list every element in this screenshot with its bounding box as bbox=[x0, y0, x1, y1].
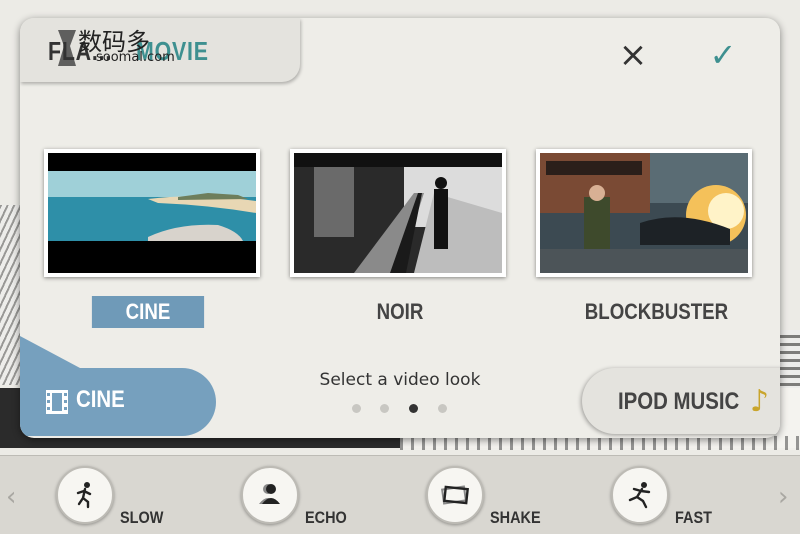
title-tab: FLA... MOVIE 数码多 soomal.com bbox=[20, 18, 300, 82]
runner-slow-icon bbox=[76, 482, 92, 509]
runner-fast-icon bbox=[628, 482, 651, 509]
watermark-url: soomal.com bbox=[96, 50, 175, 65]
look-option-cine[interactable]: CINE bbox=[91, 296, 205, 328]
select-look-prompt: Select a video look bbox=[319, 370, 481, 390]
film-icon bbox=[46, 390, 68, 414]
look-thumbnail-cine[interactable] bbox=[44, 149, 260, 277]
page-dot-2[interactable] bbox=[380, 404, 389, 413]
video-look-dialog: FLA... MOVIE 数码多 soomal.com × ✓ CINE NOI… bbox=[20, 18, 780, 438]
music-note-icon: ♪ bbox=[750, 384, 770, 419]
page-dot-1[interactable] bbox=[352, 404, 361, 413]
current-look-button[interactable]: CINE bbox=[20, 336, 216, 436]
ipod-music-button[interactable]: IPOD MUSIC ♪ bbox=[582, 368, 780, 434]
page-indicator bbox=[352, 404, 452, 416]
look-thumbnail-noir[interactable] bbox=[290, 149, 506, 277]
effect-echo-button[interactable] bbox=[241, 466, 299, 524]
close-button[interactable]: × bbox=[618, 38, 648, 72]
effect-slow-button[interactable] bbox=[56, 466, 114, 524]
effect-fast-button[interactable] bbox=[611, 466, 669, 524]
confirm-button[interactable]: ✓ bbox=[706, 38, 740, 72]
look-thumbnail-blockbuster[interactable] bbox=[536, 149, 752, 277]
echo-person-icon bbox=[259, 484, 280, 504]
effect-shake-label: SHAKE bbox=[490, 508, 541, 527]
current-look-label: CINE bbox=[76, 386, 125, 413]
beach-scene-image bbox=[48, 153, 256, 273]
look-option-blockbuster[interactable]: BLOCKBUSTER bbox=[585, 296, 728, 328]
chevron-left-icon[interactable]: ‹ bbox=[6, 482, 16, 512]
effect-slow-label: SLOW bbox=[120, 508, 164, 527]
watermark-logo-icon bbox=[58, 30, 76, 66]
explosion-street-image bbox=[540, 153, 748, 273]
timeline-clip-sketch bbox=[400, 436, 800, 450]
sketch-edge-left bbox=[0, 205, 22, 385]
chevron-right-icon[interactable]: › bbox=[778, 482, 788, 512]
effect-fast-label: FAST bbox=[675, 508, 712, 527]
look-option-noir[interactable]: NOIR bbox=[344, 296, 456, 328]
effect-shake-button[interactable] bbox=[426, 466, 484, 524]
shake-frame-icon bbox=[441, 485, 469, 505]
page-dot-3[interactable] bbox=[409, 404, 418, 413]
train-station-image bbox=[294, 153, 502, 273]
page-dot-4[interactable] bbox=[438, 404, 447, 413]
effect-echo-label: ECHO bbox=[305, 508, 347, 527]
ipod-music-label: IPOD MUSIC bbox=[618, 388, 740, 415]
